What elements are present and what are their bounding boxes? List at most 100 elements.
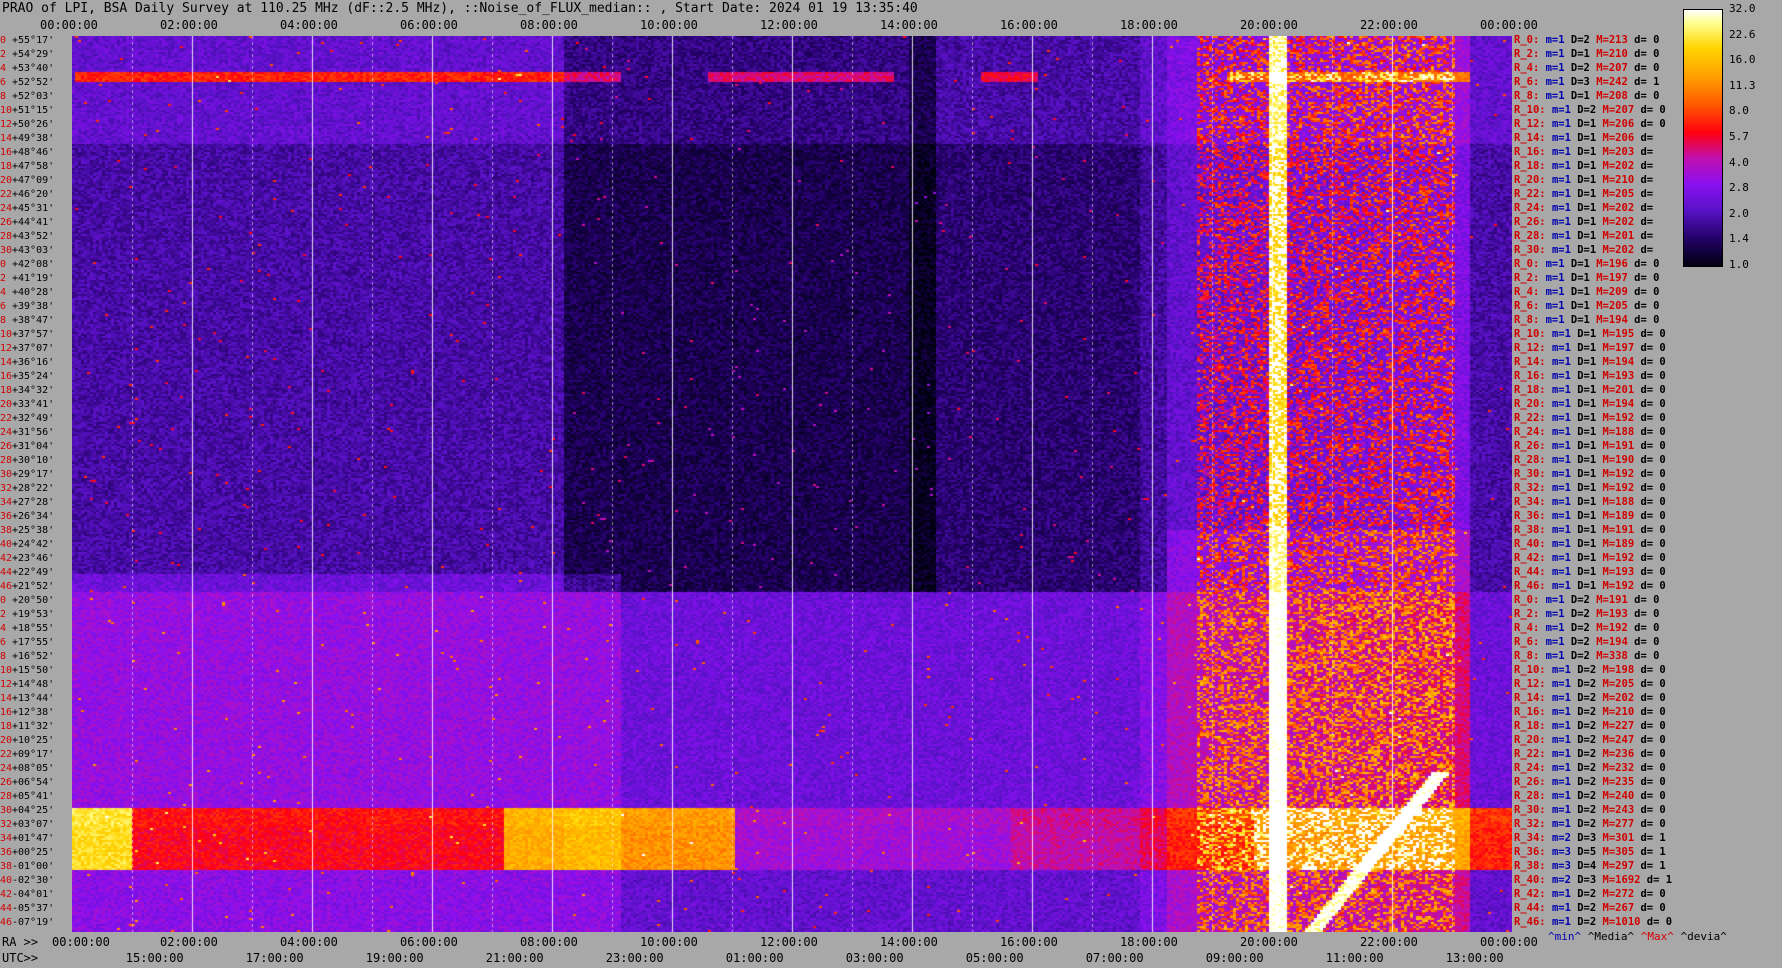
stat-row-name: R_22: <box>1514 412 1552 424</box>
stat-row-name: R_30: <box>1514 804 1552 816</box>
stat-median: D=1 <box>1570 286 1597 298</box>
ra-axis-tick: 18:00:00 <box>1120 935 1178 949</box>
stat-median: D=1 <box>1577 496 1603 508</box>
stat-row-name: R_40: <box>1514 874 1552 886</box>
stat-median: D=1 <box>1577 454 1603 466</box>
stat-median: D=1 <box>1577 174 1603 186</box>
stat-median: D=1 <box>1570 272 1597 284</box>
stat-max: M=206 <box>1602 118 1641 130</box>
declination-label: 46 -07°19' <box>0 918 54 928</box>
ra-axis-tick: 00:00:00 <box>52 935 110 949</box>
stat-median: D=1 <box>1577 426 1603 438</box>
row-stat: R_8: m=1 D=2 M=338 d= 0 <box>1514 650 1659 662</box>
top-axis-tick: 12:00:00 <box>760 18 818 32</box>
row-stat: R_0: m=1 D=2 M=213 d= 0 <box>1514 34 1659 46</box>
stat-min: m=1 <box>1551 118 1578 130</box>
row-declination: +31°56' <box>12 427 55 438</box>
stat-max: M=206 <box>1602 132 1641 144</box>
row-index: 38 <box>0 861 13 872</box>
declination-label: 26 +31°04' <box>0 442 54 452</box>
ra-axis-tick: 10:00:00 <box>640 935 698 949</box>
row-declination: +51°15' <box>12 105 55 116</box>
top-axis-tick: 20:00:00 <box>1240 18 1298 32</box>
stat-median: D=2 <box>1577 104 1603 116</box>
row-declination: +17°55' <box>12 637 55 648</box>
row-index: 20 <box>0 735 13 746</box>
row-declination: +46°20' <box>12 189 55 200</box>
stat-deviation: d= 0 <box>1640 104 1666 116</box>
stat-row-name: R_2: <box>1514 608 1546 620</box>
stat-row-name: R_10: <box>1514 104 1552 116</box>
stat-max: M=207 <box>1602 104 1641 116</box>
row-declination: +19°53' <box>12 609 55 620</box>
utc-axis-tick: 13:00:00 <box>1445 951 1504 965</box>
stat-deviation: d= <box>1640 146 1654 158</box>
stat-median: D=1 <box>1570 90 1597 102</box>
row-index: 46 <box>0 581 13 592</box>
stat-min: m=1 <box>1545 650 1571 662</box>
declination-label: 38 -01°00' <box>0 861 54 872</box>
legend-median: ^Media^ <box>1587 930 1635 943</box>
stat-max: M=202 <box>1602 244 1641 256</box>
stat-min: m=1 <box>1551 706 1578 718</box>
stat-max: M=227 <box>1602 720 1641 732</box>
stat-deviation: d= 0 <box>1634 636 1660 648</box>
row-stat: R_30: m=1 D=2 M=243 d= 0 <box>1514 804 1666 816</box>
stat-row-name: R_10: <box>1514 328 1552 340</box>
stat-min: m=1 <box>1551 748 1578 760</box>
stat-max: M=205 <box>1602 678 1641 690</box>
row-stat: R_26: m=1 D=1 M=202 d= <box>1514 216 1653 228</box>
row-stat: R_18: m=1 D=1 M=201 d= 0 <box>1514 384 1666 396</box>
stat-deviation: d= 0 <box>1640 342 1666 354</box>
stat-median: D=5 <box>1577 846 1603 858</box>
row-stat: R_20: m=1 D=1 M=210 d= <box>1514 174 1653 186</box>
utc-axis-tick: 23:00:00 <box>605 951 664 965</box>
stat-max: M=192 <box>1602 580 1641 592</box>
stat-min: m=3 <box>1551 846 1578 858</box>
row-stat: R_22: m=1 D=1 M=192 d= 0 <box>1514 412 1666 424</box>
row-stat: R_4: m=1 D=1 M=209 d= 0 <box>1514 286 1659 298</box>
utc-axis-tick: 21:00:00 <box>485 951 544 965</box>
row-declination: +50°26' <box>12 119 55 130</box>
row-stat: R_2: m=1 D=1 M=197 d= 0 <box>1514 272 1659 284</box>
stat-median: D=2 <box>1577 776 1603 788</box>
stat-deviation: d= 0 <box>1640 496 1666 508</box>
stat-max: M=210 <box>1602 174 1641 186</box>
declination-label: 2 +54°29' <box>0 50 54 60</box>
declination-label: 22 +46°20' <box>0 190 54 200</box>
row-index: 14 <box>0 693 13 704</box>
stat-max: M=197 <box>1596 272 1635 284</box>
stat-row-name: R_38: <box>1514 860 1552 872</box>
row-stat: R_12: m=1 D=1 M=197 d= 0 <box>1514 342 1666 354</box>
ra-axis-tick: 06:00:00 <box>400 935 458 949</box>
row-index: 10 <box>0 105 13 116</box>
stat-max: M=205 <box>1602 188 1641 200</box>
stat-row-name: R_4: <box>1514 286 1546 298</box>
row-declination: +12°38' <box>12 707 55 718</box>
row-index: 8 <box>0 651 7 662</box>
row-declination: +39°38' <box>12 301 55 312</box>
stat-min: m=1 <box>1551 146 1578 158</box>
row-index: 0 <box>0 35 7 46</box>
row-declination: +24°42' <box>12 539 55 550</box>
utc-axis-tick: 11:00:00 <box>1325 951 1384 965</box>
declination-label: 10 +15°50' <box>0 666 54 676</box>
row-stat: R_0: m=1 D=1 M=196 d= 0 <box>1514 258 1659 270</box>
row-index: 42 <box>0 889 13 900</box>
stat-row-name: R_20: <box>1514 398 1552 410</box>
stat-median: D=2 <box>1577 734 1603 746</box>
stat-row-name: R_46: <box>1514 916 1552 928</box>
stat-min: m=1 <box>1551 104 1578 116</box>
row-index: 6 <box>0 637 7 648</box>
row-index: 38 <box>0 525 13 536</box>
row-declination: +09°17' <box>12 749 55 760</box>
row-stat: R_34: m=2 D=3 M=301 d= 1 <box>1514 832 1666 844</box>
stat-max: M=188 <box>1602 426 1641 438</box>
row-index: 26 <box>0 777 13 788</box>
row-stat: R_32: m=1 D=2 M=277 d= 0 <box>1514 818 1666 830</box>
row-index: 12 <box>0 343 13 354</box>
stat-min: m=1 <box>1551 496 1578 508</box>
stat-median: D=1 <box>1577 580 1603 592</box>
stat-deviation: d= 0 <box>1640 776 1666 788</box>
row-declination: +27°28' <box>12 497 55 508</box>
